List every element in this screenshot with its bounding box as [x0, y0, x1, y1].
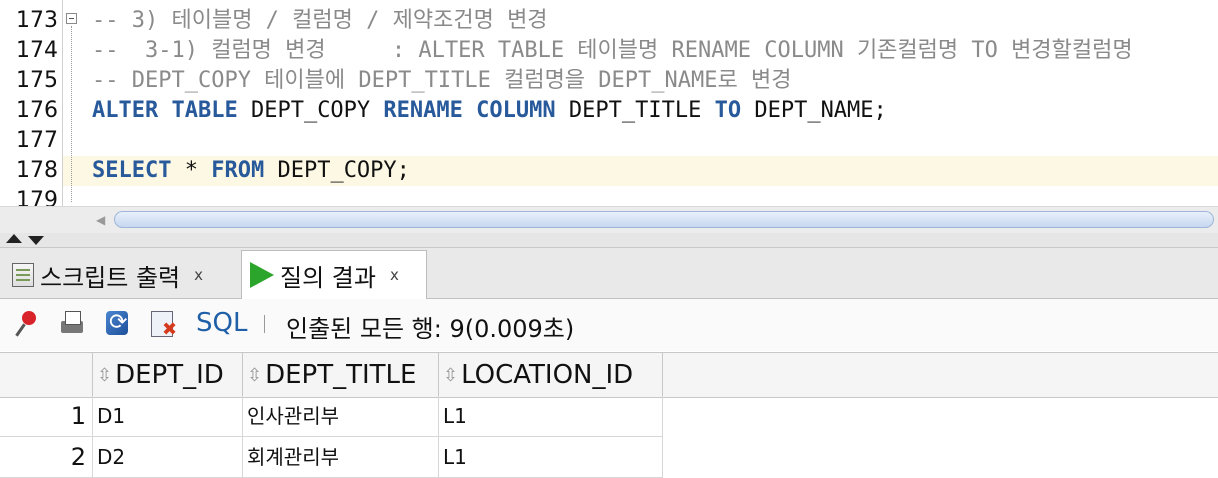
sql-keyword: TABLE: [171, 98, 238, 123]
row-border: [662, 437, 663, 477]
column-header-label: DEPT_ID: [115, 360, 224, 390]
line-number: 174: [16, 38, 58, 63]
code-token: DEPT_TITLE: [555, 98, 715, 123]
tab-script-output[interactable]: 스크립트 출력 x: [6, 252, 236, 298]
grid-header: ⇳ DEPT_ID ⇳ DEPT_TITLE ⇳ LOCATION_ID: [0, 352, 1218, 398]
line-number: 175: [16, 68, 58, 93]
toolbar-divider: [264, 315, 265, 333]
row-number: 2: [70, 443, 86, 471]
code-token: DEPT_COPY: [237, 98, 384, 123]
column-header-label: LOCATION_ID: [461, 360, 634, 390]
sql-button[interactable]: SQL: [196, 308, 247, 338]
run-icon: [250, 262, 274, 288]
cell-dept-title[interactable]: 인사관리부: [242, 396, 438, 436]
cell-dept-id[interactable]: D2: [92, 437, 242, 477]
line-number: 177: [16, 128, 58, 153]
column-header-label: DEPT_TITLE: [265, 360, 417, 390]
code-token: DEPT_NAME;: [741, 98, 887, 123]
row-border: [662, 396, 663, 436]
sql-keyword: RENAME: [383, 98, 463, 123]
output-tab-bar: 스크립트 출력 x 질의 결과 x: [0, 248, 1218, 299]
scrollbar-thumb[interactable]: [114, 211, 1214, 228]
maximize-up-icon[interactable]: [6, 234, 22, 243]
line-number: 173: [16, 8, 58, 33]
code-line[interactable]: ALTER TABLE DEPT_COPY RENAME COLUMN DEPT…: [92, 96, 887, 126]
row-number-header: [0, 353, 92, 397]
sql-keyword: FROM: [211, 158, 265, 183]
cell-location-id[interactable]: L1: [438, 437, 663, 477]
result-grid: ⇳ DEPT_ID ⇳ DEPT_TITLE ⇳ LOCATION_ID 1 D…: [0, 352, 1218, 478]
pane-splitter[interactable]: [0, 233, 1218, 248]
tab-label: 스크립트 출력: [40, 263, 181, 292]
column-header-location-id[interactable]: ⇳ LOCATION_ID: [438, 353, 663, 397]
row-number: 1: [70, 402, 86, 430]
sql-keyword: ALTER: [92, 98, 159, 123]
script-output-icon: [12, 263, 34, 287]
tab-query-result[interactable]: 질의 결과 x: [241, 250, 427, 299]
refresh-icon[interactable]: [104, 309, 132, 339]
sort-icon[interactable]: ⇳: [247, 365, 262, 386]
sort-icon[interactable]: ⇳: [443, 365, 458, 386]
print-icon[interactable]: [58, 309, 86, 339]
close-icon[interactable]: x: [390, 266, 399, 284]
sort-icon[interactable]: ⇳: [97, 365, 112, 386]
sql-comment: -- 3) 테이블명 / 컬럼명 / 제약조건명 변경: [92, 8, 548, 33]
fold-guide: [71, 26, 72, 202]
fold-collapse-icon[interactable]: [66, 13, 77, 24]
editor-horizontal-scrollbar[interactable]: ◀: [0, 206, 1218, 233]
code-line[interactable]: -- 3-1) 컬럼명 변경 : ALTER TABLE 테이블명 RENAME…: [92, 36, 1133, 66]
line-number-gutter: 173 174 175 176 177 178 179: [0, 0, 63, 206]
clear-icon[interactable]: [150, 309, 178, 340]
tab-label: 질의 결과: [280, 263, 376, 292]
cell-location-id[interactable]: L1: [438, 396, 663, 436]
sql-keyword: TO: [714, 98, 742, 123]
column-header-dept-id[interactable]: ⇳ DEPT_ID: [92, 353, 242, 397]
code-line[interactable]: -- DEPT_COPY 테이블에 DEPT_TITLE 컬럼명을 DEPT_N…: [92, 66, 791, 96]
fetch-status: 인출된 모든 행: 9(0.009초): [286, 315, 575, 343]
table-row[interactable]: 1 D1 인사관리부 L1: [0, 396, 663, 437]
minimize-down-icon[interactable]: [28, 236, 44, 245]
pin-icon[interactable]: [14, 309, 42, 339]
code-token: DEPT_COPY;: [264, 158, 410, 183]
line-number: 178: [16, 158, 58, 183]
close-icon[interactable]: x: [194, 266, 203, 284]
column-header-dept-title[interactable]: ⇳ DEPT_TITLE: [242, 353, 438, 397]
line-number: 176: [16, 98, 58, 123]
sql-comment: -- 3-1) 컬럼명 변경 : ALTER TABLE 테이블명 RENAME…: [92, 38, 1133, 63]
sql-keyword: SELECT: [92, 158, 172, 183]
sql-editor[interactable]: 173 174 175 176 177 178 179 -- 3) 테이블명 / 컬럼명 /…: [0, 0, 1218, 206]
sql-keyword: COLUMN: [476, 98, 556, 123]
sql-comment: -- DEPT_COPY 테이블에 DEPT_TITLE 컬럼명을 DEPT_N…: [92, 68, 792, 93]
code-line[interactable]: -- 3) 테이블명 / 컬럼명 / 제약조건명 변경: [92, 6, 548, 36]
result-toolbar: SQL 인출된 모든 행: 9(0.009초): [0, 299, 1218, 351]
table-row[interactable]: 2 D2 회계관리부 L1: [0, 437, 663, 478]
scroll-left-icon[interactable]: ◀: [96, 213, 105, 227]
code-line[interactable]: SELECT * FROM DEPT_COPY;: [92, 156, 410, 186]
code-token: *: [171, 158, 212, 183]
line-number: 179: [16, 188, 58, 206]
cell-dept-title[interactable]: 회계관리부: [242, 437, 438, 477]
cell-dept-id[interactable]: D1: [92, 396, 242, 436]
